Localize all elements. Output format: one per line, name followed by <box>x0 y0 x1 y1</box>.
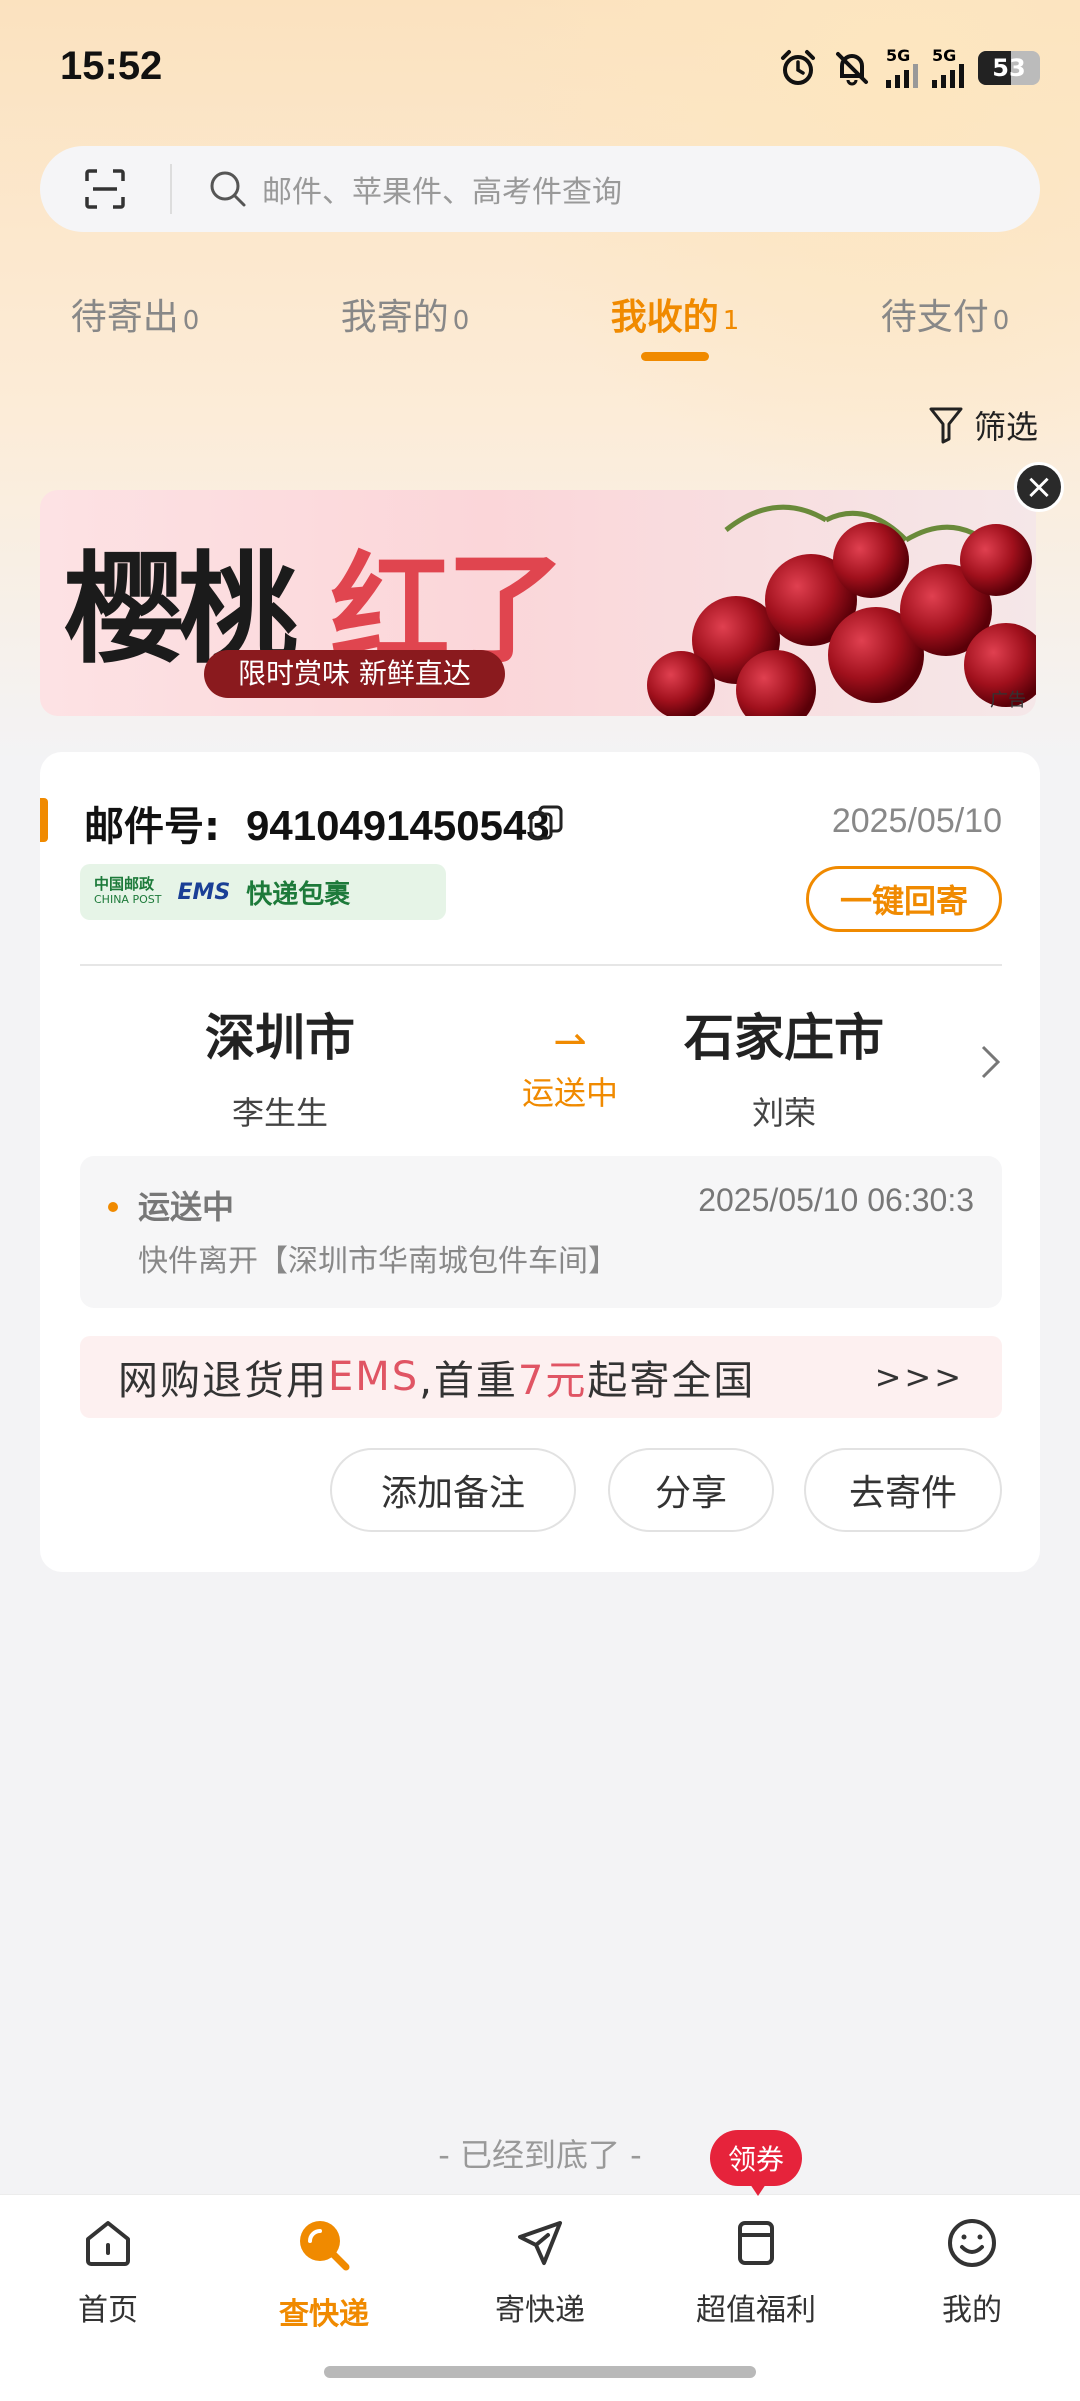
tab-active-indicator <box>641 352 709 361</box>
ems-promo-strip[interactable]: 网购退货用 EMS ,首重 7元 起寄全国 >>> <box>80 1336 1002 1418</box>
copy-icon[interactable] <box>528 804 564 842</box>
status-icons: 5G 5G 53 <box>778 48 1040 88</box>
signal-5g-2: 5G <box>932 48 964 88</box>
card-accent-bar <box>40 798 48 842</box>
send-icon <box>518 2221 562 2265</box>
close-ad-button[interactable]: × <box>1014 462 1064 512</box>
tab-sent[interactable]: 我寄的 0 <box>270 288 540 368</box>
promo-text-price: 7元 <box>517 1358 588 1404</box>
tab-received[interactable]: 我收的 1 <box>540 288 810 368</box>
tracking-dot <box>108 1202 118 1212</box>
carrier-service: 快递包裹 <box>246 879 351 910</box>
promo-text-e: 起寄全国 <box>587 1358 756 1404</box>
scan-button[interactable] <box>40 146 170 232</box>
nav-benefits[interactable]: 超值福利 <box>648 2215 864 2329</box>
ems-logo: EMS <box>177 879 231 905</box>
tracking-status: 运送中 <box>138 1188 235 1226</box>
parcel-card[interactable]: 邮件号: 9410491450543 2025/05/10 中国邮政 CHINA … <box>40 752 1040 1572</box>
parcel-tabs: 待寄出 0 我寄的 0 我收的 1 待支付 0 <box>0 288 1080 368</box>
signal-5g-1: 5G <box>886 48 918 88</box>
nav-label: 我的 <box>942 2293 1002 2328</box>
promo-text-ems: EMS <box>328 1354 420 1400</box>
go-send-button[interactable]: 去寄件 <box>804 1448 1002 1532</box>
search-icon <box>210 171 246 207</box>
ad-banner[interactable]: 樱桃 红了 限时赏味 新鲜直达 广告 <box>40 490 1036 716</box>
china-post-logo: 中国邮政 CHINA POST <box>94 875 162 906</box>
nav-home[interactable]: 首页 <box>0 2215 216 2329</box>
nav-mine[interactable]: 我的 <box>864 2215 1080 2329</box>
share-button[interactable]: 分享 <box>608 1448 774 1532</box>
tab-to-send[interactable]: 待寄出 0 <box>0 288 270 368</box>
recipient-block: 石家庄市 刘荣 <box>624 998 944 1134</box>
one-click-return-button[interactable]: 一键回寄 <box>806 866 1002 932</box>
search-bar[interactable]: 邮件、苹果件、高考件查询 <box>40 146 1040 232</box>
from-city: 深圳市 <box>205 1009 355 1067</box>
search-parcel-icon <box>300 2221 350 2271</box>
tab-label: 待支付 <box>880 297 989 338</box>
nav-track-parcel[interactable]: 查快递 <box>216 2215 432 2333</box>
tab-count: 0 <box>992 306 1010 336</box>
nav-send-parcel[interactable]: 寄快递 <box>432 2215 648 2329</box>
from-person: 李生生 <box>231 1094 328 1132</box>
nav-label: 首页 <box>78 2293 138 2328</box>
mail-date: 2025/05/10 <box>831 802 1002 840</box>
battery-level: 53 <box>992 54 1026 82</box>
home-indicator[interactable] <box>324 2366 756 2378</box>
tracking-detail: 快件离开【深圳市华南城包件车间】 <box>138 1244 618 1279</box>
banner-tagline: 限时赏味 新鲜直达 <box>204 650 505 698</box>
ad-label: 广告 <box>990 690 1026 711</box>
scan-icon <box>85 169 125 209</box>
card-divider <box>80 964 1002 966</box>
battery-icon: 53 <box>978 51 1040 85</box>
tab-to-pay[interactable]: 待支付 0 <box>810 288 1080 368</box>
status-time: 15:52 <box>60 44 163 88</box>
filter-icon <box>929 407 963 444</box>
smile-icon <box>948 2219 996 2267</box>
coupon-badge[interactable]: 领券 <box>710 2130 802 2196</box>
tab-label: 我收的 <box>610 297 719 338</box>
cherries-image <box>647 504 1036 716</box>
tracking-latest[interactable]: 运送中 2025/05/10 06:30:3 快件离开【深圳市华南城包件车间】 <box>80 1156 1002 1308</box>
search-input[interactable]: 邮件、苹果件、高考件查询 <box>262 167 622 211</box>
mail-number-label: 邮件号: <box>84 804 220 850</box>
gift-bookmark-icon <box>738 2221 774 2265</box>
add-note-button[interactable]: 添加备注 <box>330 1448 576 1532</box>
mail-number-row: 邮件号: 9410491450543 <box>84 794 550 852</box>
alarm-icon <box>781 50 815 85</box>
carrier-badge: 中国邮政 CHINA POST EMS 快递包裹 <box>80 864 446 920</box>
to-city: 石家庄市 <box>684 1009 884 1067</box>
home-icon <box>86 2221 130 2266</box>
mute-bell-icon <box>836 52 868 86</box>
network-type-label: 5G <box>886 46 911 65</box>
to-person: 刘荣 <box>751 1094 816 1132</box>
mail-number: 9410491450543 <box>246 802 550 849</box>
tab-label: 待寄出 <box>70 297 179 338</box>
network-type-label: 5G <box>932 46 957 65</box>
filter-label: 筛选 <box>973 408 1038 446</box>
sender-block: 深圳市 李生生 <box>120 998 440 1134</box>
tab-label: 我寄的 <box>340 297 449 338</box>
search-divider <box>170 164 172 214</box>
close-icon: × <box>1024 467 1054 507</box>
tab-count: 1 <box>722 306 740 336</box>
nav-label: 超值福利 <box>696 2293 816 2328</box>
promo-text-c: ,首重 <box>419 1358 518 1404</box>
filter-button[interactable]: 筛选 <box>928 402 1038 448</box>
chevron-right-icon[interactable] <box>978 1042 1004 1082</box>
nav-label: 查快递 <box>279 2297 369 2332</box>
nav-label: 寄快递 <box>495 2293 585 2328</box>
tab-count: 0 <box>452 306 470 336</box>
promo-more: >>> <box>874 1358 964 1396</box>
tracking-time: 2025/05/10 06:30:3 <box>698 1182 974 1218</box>
tab-count: 0 <box>182 306 200 336</box>
promo-text-a: 网购退货用 <box>118 1358 328 1404</box>
end-of-list-tip: - 已经到底了 - <box>438 2136 642 2174</box>
